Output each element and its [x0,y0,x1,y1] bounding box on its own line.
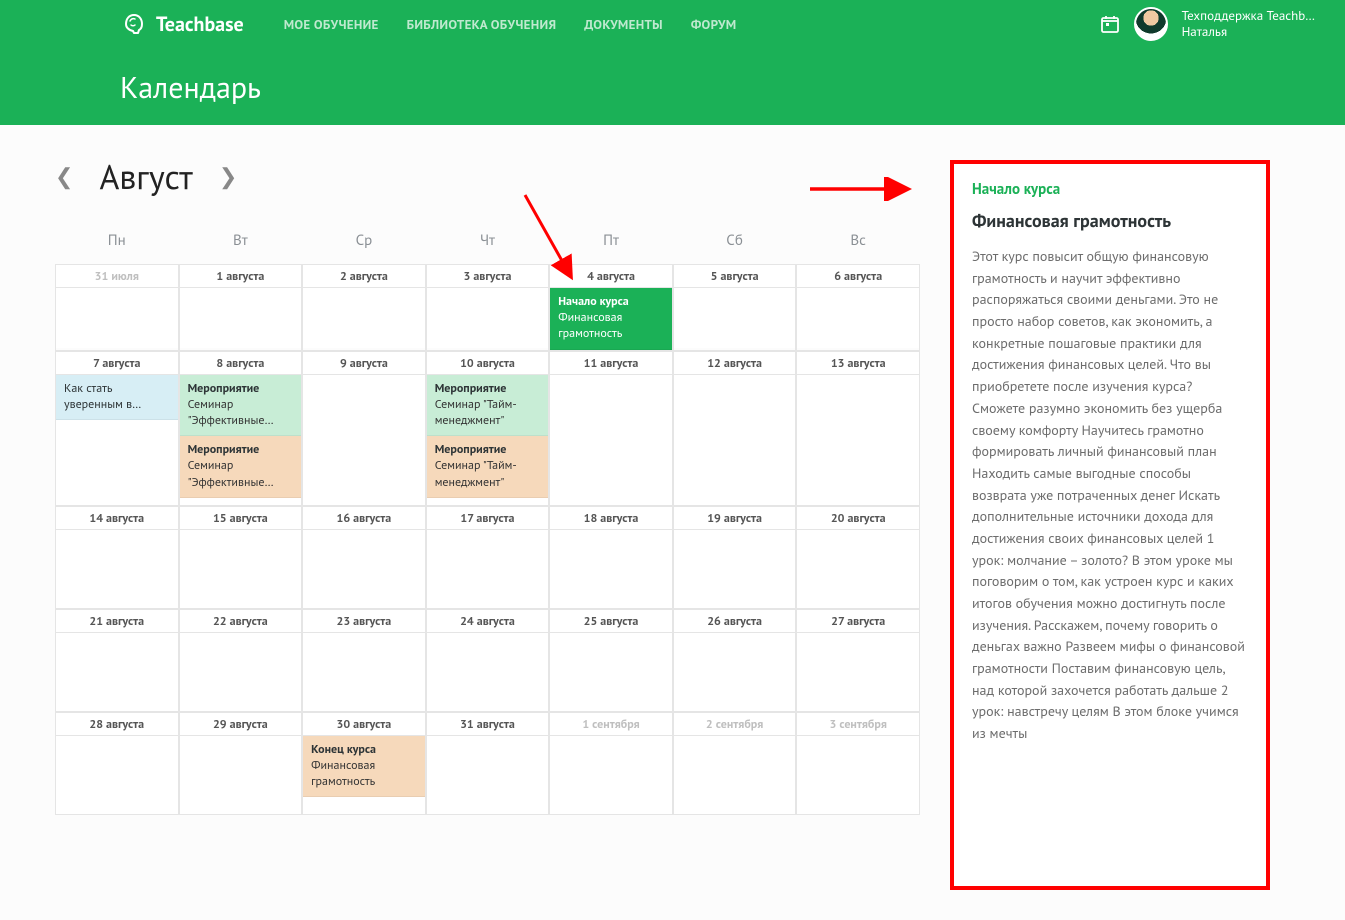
weekday-sun: Вс [796,223,920,264]
details-description: Этот курс повысит общую финансовую грамо… [972,246,1248,745]
next-month-button[interactable]: ❯ [219,163,237,191]
event-subtitle: Семинар "Тайм-менеджмент" [435,458,541,490]
date-label[interactable]: 22 августа [180,610,302,633]
event-details-panel: Начало курса Финансовая грамотность Этот… [950,160,1270,890]
date-label[interactable]: 2 августа [303,265,425,288]
date-label[interactable]: 9 августа [303,352,425,375]
main-nav: МОЕ ОБУЧЕНИЕ БИБЛИОТЕКА ОБУЧЕНИЯ ДОКУМЕН… [284,16,737,33]
weekday-sat: Сб [673,223,797,264]
logo[interactable]: Teachbase [120,10,244,38]
date-label[interactable]: 24 августа [427,610,549,633]
weekday-fri: Пт [549,223,673,264]
date-label[interactable]: 4 августа [550,265,672,288]
event-title: Мероприятие [188,442,294,458]
date-label[interactable]: 17 августа [427,507,549,530]
date-label[interactable]: 27 августа [797,610,919,633]
calendar-grid: Пн Вт Ср Чт Пт Сб Вс 31 июля 1 августа 2… [55,223,920,815]
event-subtitle: Финансовая грамотность [558,310,664,342]
date-label[interactable]: 8 августа [180,352,302,375]
user-line-2: Наталья [1182,24,1315,40]
event-title: Мероприятие [435,442,541,458]
date-label[interactable]: 11 августа [550,352,672,375]
date-label[interactable]: 31 июля [56,265,178,288]
event-course-start[interactable]: Начало курса Финансовая грамотность [550,288,672,350]
weekday-thu: Чт [426,223,550,264]
date-label[interactable]: 6 августа [797,265,919,288]
event-meropr-time-1[interactable]: Мероприятие Семинар "Тайм-менеджмент" [427,375,549,437]
event-subtitle: Семинар "Тайм-менеджмент" [435,397,541,429]
details-title: Финансовая грамотность [972,209,1248,232]
date-label[interactable]: 21 августа [56,610,178,633]
date-label[interactable]: 15 августа [180,507,302,530]
date-label[interactable]: 20 августа [797,507,919,530]
event-subtitle: Семинар "Эффективные… [188,458,294,490]
date-label[interactable]: 18 августа [550,507,672,530]
nav-documents[interactable]: ДОКУМЕНТЫ [584,16,663,33]
nav-my-learning[interactable]: МОЕ ОБУЧЕНИЕ [284,16,379,33]
user-block[interactable]: Техподдержка Teachb… Наталья [1182,8,1315,41]
event-course-end[interactable]: Конец курса Финансовая грамотность [303,736,425,798]
date-label[interactable]: 31 августа [427,713,549,736]
page-title: Календарь [120,68,261,107]
date-label[interactable]: 30 августа [303,713,425,736]
date-label[interactable]: 29 августа [180,713,302,736]
weekday-wed: Ср [302,223,426,264]
app-header: Teachbase МОЕ ОБУЧЕНИЕ БИБЛИОТЕКА ОБУЧЕН… [0,0,1345,125]
event-title: Мероприятие [435,381,541,397]
date-label[interactable]: 25 августа [550,610,672,633]
logo-text: Teachbase [156,11,244,37]
event-confidence[interactable]: Как стать уверенным в… [56,375,178,420]
event-subtitle: Семинар "Эффективные… [188,397,294,429]
prev-month-button[interactable]: ❮ [55,163,73,191]
date-label[interactable]: 13 августа [797,352,919,375]
event-subtitle: Финансовая грамотность [311,758,417,790]
details-label: Начало курса [972,180,1248,199]
event-title: Конец курса [311,742,417,758]
avatar[interactable] [1134,7,1168,41]
calendar: ❮ Август ❯ Пн Вт Ср Чт Пт Сб Вс 31 июля [0,125,940,845]
event-meropr-eff-1[interactable]: Мероприятие Семинар "Эффективные… [180,375,302,437]
date-label[interactable]: 12 августа [674,352,796,375]
event-meropr-eff-2[interactable]: Мероприятие Семинар "Эффективные… [180,436,302,498]
event-title: Мероприятие [188,381,294,397]
date-label[interactable]: 1 августа [180,265,302,288]
calendar-icon[interactable] [1100,14,1120,34]
nav-forum[interactable]: ФОРУМ [691,16,737,33]
date-label[interactable]: 1 сентября [550,713,672,736]
date-label[interactable]: 23 августа [303,610,425,633]
date-label[interactable]: 3 сентября [797,713,919,736]
month-label: Август [99,155,192,199]
event-meropr-time-2[interactable]: Мероприятие Семинар "Тайм-менеджмент" [427,436,549,498]
date-label[interactable]: 16 августа [303,507,425,530]
event-title: Начало курса [558,294,664,310]
date-label[interactable]: 5 августа [674,265,796,288]
date-label[interactable]: 3 августа [427,265,549,288]
date-label[interactable]: 2 сентября [674,713,796,736]
date-label[interactable]: 19 августа [674,507,796,530]
date-label[interactable]: 26 августа [674,610,796,633]
date-label[interactable]: 10 августа [427,352,549,375]
date-label[interactable]: 28 августа [56,713,178,736]
date-label[interactable]: 14 августа [56,507,178,530]
user-line-1: Техподдержка Teachb… [1182,8,1315,24]
nav-library[interactable]: БИБЛИОТЕКА ОБУЧЕНИЯ [407,16,557,33]
weekday-tue: Вт [179,223,303,264]
date-label[interactable]: 7 августа [56,352,178,375]
brain-icon [120,10,148,38]
weekday-mon: Пн [55,223,179,264]
event-title: Как стать уверенным в… [64,381,170,413]
